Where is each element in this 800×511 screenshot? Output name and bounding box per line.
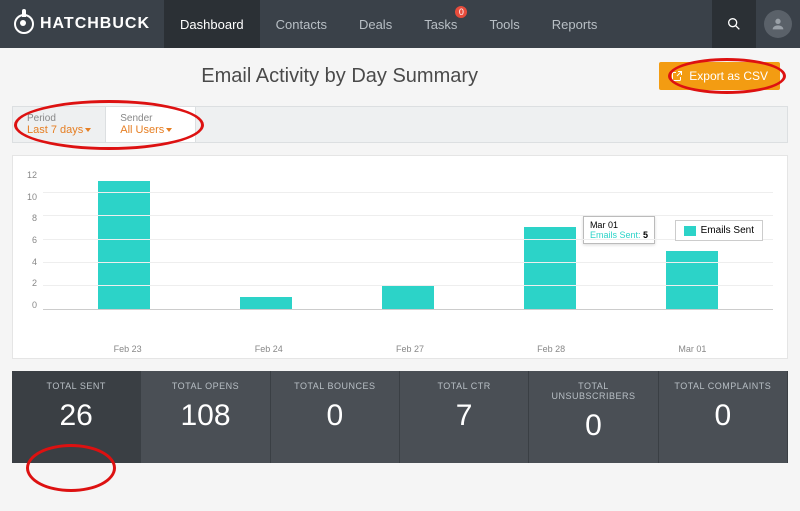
stat-label: TOTAL BOUNCES xyxy=(279,381,391,391)
grid-line xyxy=(43,215,773,216)
stats-bar: TOTAL SENT 26 TOTAL OPENS 108 TOTAL BOUNCES 0… xyxy=(12,371,788,463)
brand[interactable]: HATCHBUCK xyxy=(0,14,164,34)
stat-label: TOTAL UNSUBSCRIBERS xyxy=(537,381,649,401)
chart-card: 12 10 8 6 4 2 0 Mar 01 Emails Sent: 5 Emails S… xyxy=(12,155,788,359)
stat-card: TOTAL SENT 26 xyxy=(12,371,141,463)
stat-value: 26 xyxy=(20,399,132,433)
filter-sender[interactable]: Sender All Users xyxy=(106,107,196,142)
legend-label: Emails Sent xyxy=(701,225,754,236)
y-tick: 2 xyxy=(32,278,37,288)
search-icon xyxy=(726,16,742,32)
brand-icon xyxy=(14,14,34,34)
nav-label: Deals xyxy=(359,17,392,32)
nav-label: Tools xyxy=(489,17,519,32)
grid-line xyxy=(43,285,773,286)
stat-label: TOTAL OPENS xyxy=(149,381,261,391)
filter-sender-value: All Users xyxy=(120,124,181,136)
y-tick: 10 xyxy=(27,192,37,202)
stat-value: 7 xyxy=(408,399,520,433)
nav-reports[interactable]: Reports xyxy=(536,0,614,48)
legend-swatch xyxy=(684,226,696,236)
chart-tooltip: Mar 01 Emails Sent: 5 xyxy=(583,216,655,244)
nav-deals[interactable]: Deals xyxy=(343,0,408,48)
nav-right xyxy=(712,0,800,48)
chart-bar[interactable] xyxy=(666,251,718,309)
x-tick: Feb 28 xyxy=(516,344,586,354)
stat-value: 0 xyxy=(279,399,391,433)
stat-card: TOTAL CTR 7 xyxy=(400,371,529,463)
top-nav: HATCHBUCK Dashboard Contacts Deals Tasks… xyxy=(0,0,800,48)
chart-bar[interactable] xyxy=(524,227,576,309)
y-tick: 0 xyxy=(32,300,37,310)
filter-bar: Period Last 7 days Sender All Users xyxy=(12,106,788,143)
stat-label: TOTAL SENT xyxy=(20,381,132,391)
bar-wrap xyxy=(373,286,443,309)
chart-bar[interactable] xyxy=(382,286,434,309)
stat-card: TOTAL UNSUBSCRIBERS 0 xyxy=(529,371,658,463)
filter-period-value: Last 7 days xyxy=(27,124,91,136)
stat-value: 108 xyxy=(149,399,261,433)
nav-label: Contacts xyxy=(276,17,327,32)
nav-items: Dashboard Contacts Deals Tasks0 Tools Re… xyxy=(164,0,613,48)
chart-legend[interactable]: Emails Sent xyxy=(675,220,763,241)
grid-line xyxy=(43,239,773,240)
stat-card: TOTAL COMPLAINTS 0 xyxy=(659,371,788,463)
bar-wrap xyxy=(657,251,727,309)
nav-label: Dashboard xyxy=(180,17,244,32)
chevron-down-icon xyxy=(85,128,91,132)
grid-line xyxy=(43,262,773,263)
nav-tasks[interactable]: Tasks0 xyxy=(408,0,473,48)
stat-label: TOTAL CTR xyxy=(408,381,520,391)
export-icon xyxy=(671,70,683,82)
chart-area: 12 10 8 6 4 2 0 Mar 01 Emails Sent: 5 Emails S… xyxy=(27,170,773,340)
export-csv-button[interactable]: Export as CSV xyxy=(659,62,780,90)
brand-text: HATCHBUCK xyxy=(40,15,150,33)
x-tick: Feb 24 xyxy=(234,344,304,354)
chart-bar[interactable] xyxy=(98,181,150,309)
filter-period[interactable]: Period Last 7 days xyxy=(13,107,106,142)
x-axis: Feb 23 Feb 24 Feb 27 Feb 28 Mar 01 xyxy=(27,340,773,354)
y-axis: 12 10 8 6 4 2 0 xyxy=(27,170,43,310)
y-tick: 12 xyxy=(27,170,37,180)
x-tick: Feb 27 xyxy=(375,344,445,354)
chart-bar[interactable] xyxy=(240,297,292,309)
stat-card: TOTAL BOUNCES 0 xyxy=(271,371,400,463)
nav-tools[interactable]: Tools xyxy=(473,0,535,48)
chart-bars xyxy=(43,170,773,309)
nav-label: Reports xyxy=(552,17,598,32)
y-tick: 6 xyxy=(32,235,37,245)
filter-period-label: Period xyxy=(27,113,91,124)
stat-card: TOTAL OPENS 108 xyxy=(141,371,270,463)
x-tick: Mar 01 xyxy=(657,344,727,354)
x-tick: Feb 23 xyxy=(93,344,163,354)
nav-label: Tasks xyxy=(424,17,457,32)
user-menu[interactable] xyxy=(756,0,800,48)
chevron-down-icon xyxy=(166,128,172,132)
tasks-badge: 0 xyxy=(455,6,467,18)
export-label: Export as CSV xyxy=(689,69,768,83)
nav-contacts[interactable]: Contacts xyxy=(260,0,343,48)
filter-sender-label: Sender xyxy=(120,113,181,124)
chart-plot: Mar 01 Emails Sent: 5 xyxy=(43,170,773,310)
title-row: Email Activity by Day Summary Export as … xyxy=(0,48,800,100)
nav-dashboard[interactable]: Dashboard xyxy=(164,0,260,48)
grid-line xyxy=(43,192,773,193)
search-button[interactable] xyxy=(712,0,756,48)
bar-wrap xyxy=(89,181,159,309)
y-tick: 8 xyxy=(32,213,37,223)
stat-label: TOTAL COMPLAINTS xyxy=(667,381,779,391)
bar-wrap xyxy=(231,297,301,309)
stat-value: 0 xyxy=(537,409,649,443)
avatar-icon xyxy=(764,10,792,38)
stat-value: 0 xyxy=(667,399,779,433)
page-title: Email Activity by Day Summary xyxy=(20,65,659,88)
y-tick: 4 xyxy=(32,257,37,267)
tooltip-x: Mar 01 xyxy=(590,220,648,230)
bar-wrap xyxy=(515,227,585,309)
